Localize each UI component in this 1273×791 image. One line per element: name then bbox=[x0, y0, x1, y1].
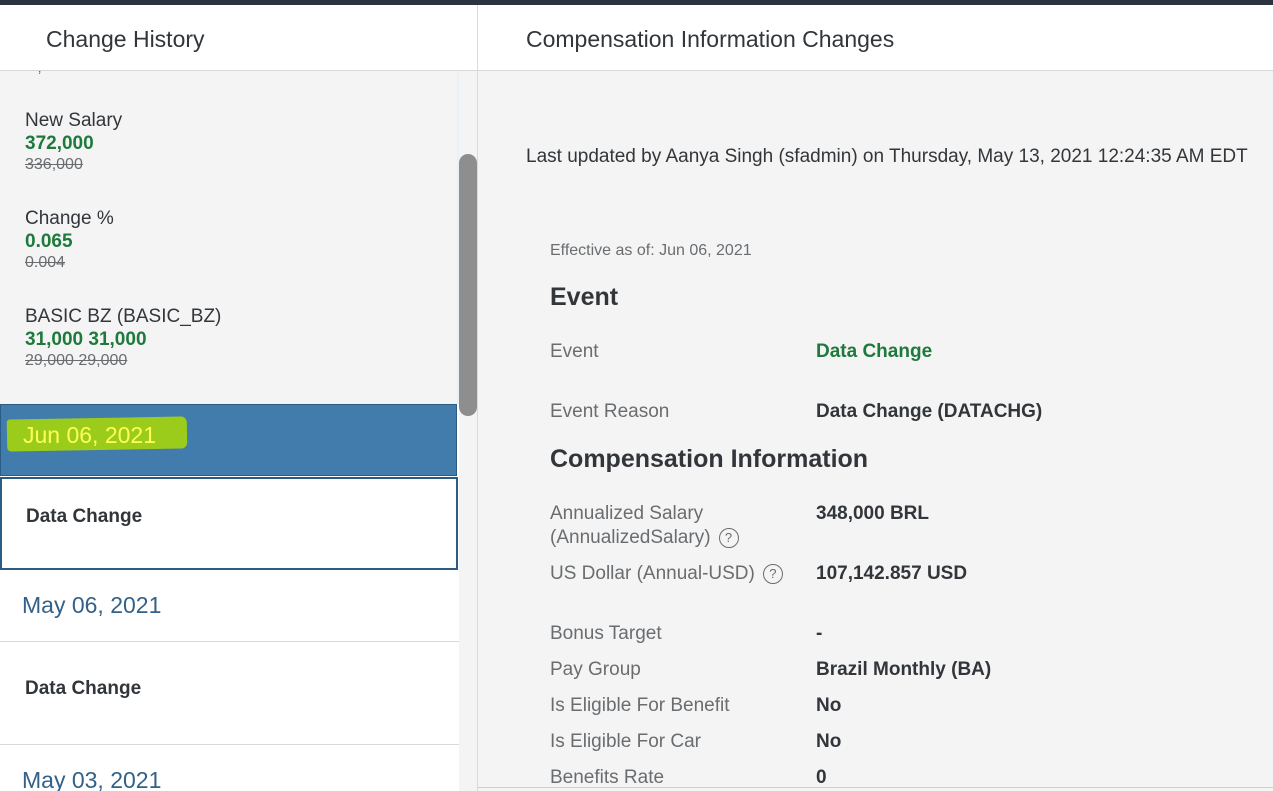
row-value-bonus-target: - bbox=[816, 623, 823, 644]
compensation-changes-title: Compensation Information Changes bbox=[526, 26, 895, 52]
list-item-date[interactable]: May 03, 2021 bbox=[0, 745, 459, 791]
list-item-date[interactable]: May 06, 2021 bbox=[0, 570, 459, 642]
field-new-value: 372,000 bbox=[25, 133, 94, 154]
field-basic-bz: BASIC BZ (BASIC_BZ) 31,000 31,000 29,000… bbox=[25, 305, 221, 371]
label-text: US Dollar (Annual-USD) bbox=[550, 563, 755, 584]
date-label: May 03, 2021 bbox=[22, 767, 162, 791]
row-label-event-reason: Event Reason bbox=[550, 401, 670, 422]
label-text: Annualized Salary (AnnualizedSalary) bbox=[550, 503, 711, 548]
list-item-date-selected[interactable]: Jun 06, 2021 bbox=[0, 404, 457, 476]
row-label-pay-group: Pay Group bbox=[550, 659, 641, 680]
truncated-text: – , bbox=[25, 71, 42, 76]
field-old-value: 29,000 29,000 bbox=[25, 352, 128, 369]
row-value-us-dollar: 107,142.857 USD bbox=[816, 563, 968, 584]
bottom-divider bbox=[478, 787, 1273, 788]
row-value-annualized-salary: 348,000 BRL bbox=[816, 503, 930, 524]
field-new-value: 0.065 bbox=[25, 231, 73, 252]
row-value-pay-group: Brazil Monthly (BA) bbox=[816, 659, 992, 680]
field-new-salary: New Salary 372,000 336,000 bbox=[25, 109, 122, 175]
field-old-value: 336,000 bbox=[25, 156, 83, 173]
effective-date: Effective as of: Jun 06, 2021 bbox=[550, 242, 752, 259]
field-new-value: 31,000 31,000 bbox=[25, 329, 147, 350]
change-history-header: Change History bbox=[0, 5, 477, 71]
compensation-changes-panel: Compensation Information Changes Last up… bbox=[478, 5, 1273, 791]
row-value-eligible-car: No bbox=[816, 731, 842, 752]
field-old-value: 0.004 bbox=[25, 254, 66, 271]
change-history-title: Change History bbox=[46, 26, 205, 52]
list-item-event-selected[interactable]: Data Change bbox=[0, 477, 458, 570]
change-history-panel: Change History – , New Salary 372,000 33… bbox=[0, 5, 477, 791]
compensation-section-title: Compensation Information bbox=[550, 445, 869, 473]
last-updated-text: Last updated by Aanya Singh (sfadmin) on… bbox=[526, 146, 1248, 167]
row-value-eligible-benefit: No bbox=[816, 695, 842, 716]
date-label: May 06, 2021 bbox=[22, 592, 162, 618]
scrollbar-thumb[interactable] bbox=[459, 154, 477, 416]
field-change-percent: Change % 0.065 0.004 bbox=[25, 207, 114, 273]
date-label: Jun 06, 2021 bbox=[23, 422, 157, 448]
row-label-eligible-car: Is Eligible For Car bbox=[550, 731, 701, 752]
field-label: BASIC BZ (BASIC_BZ) bbox=[25, 306, 222, 327]
list-scrollbar[interactable] bbox=[459, 71, 477, 791]
event-section-title: Event bbox=[550, 283, 619, 311]
help-icon[interactable]: ? bbox=[718, 528, 739, 548]
row-label-eligible-benefit: Is Eligible For Benefit bbox=[550, 695, 730, 716]
field-label: New Salary bbox=[25, 110, 123, 131]
row-value-event-reason: Data Change (DATACHG) bbox=[816, 401, 1043, 422]
row-value-event: Data Change bbox=[816, 341, 933, 362]
help-icon[interactable]: ? bbox=[762, 564, 783, 584]
row-label-event: Event bbox=[550, 341, 599, 362]
event-label: Data Change bbox=[26, 506, 143, 527]
row-label-bonus-target: Bonus Target bbox=[550, 623, 662, 644]
expanded-change-details: – , New Salary 372,000 336,000 Change % … bbox=[0, 71, 459, 404]
event-label: Data Change bbox=[25, 678, 142, 699]
field-label: Change % bbox=[25, 208, 114, 229]
row-label-us-dollar: US Dollar (Annual-USD)? bbox=[550, 562, 790, 586]
row-label-annualized-salary: Annualized Salary (AnnualizedSalary)? bbox=[550, 502, 790, 550]
change-history-list: – , New Salary 372,000 336,000 Change % … bbox=[0, 71, 459, 791]
list-item-event[interactable]: Data Change bbox=[0, 650, 459, 745]
compensation-changes-header: Compensation Information Changes bbox=[478, 5, 1273, 71]
